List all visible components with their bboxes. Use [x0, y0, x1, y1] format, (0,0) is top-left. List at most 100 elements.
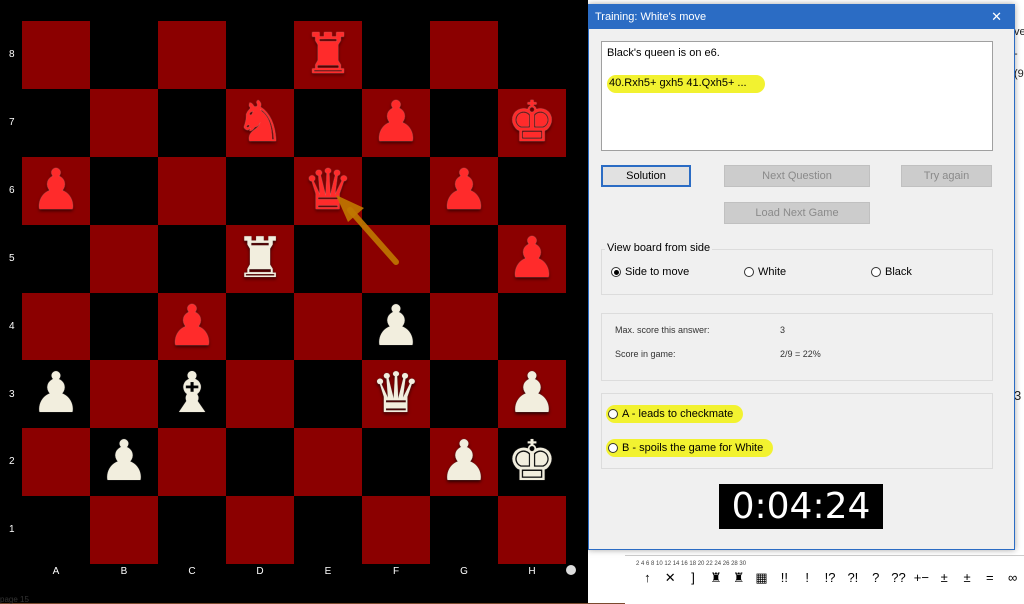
close-icon[interactable]: ✕ [991, 9, 1002, 25]
annotation-symbol[interactable]: ! [796, 570, 819, 586]
square-g4[interactable] [430, 292, 498, 361]
square-b7[interactable] [90, 88, 158, 157]
square-d8[interactable] [226, 21, 294, 89]
annotation-symbol[interactable]: ↑ [636, 570, 659, 586]
square-d1[interactable] [226, 496, 294, 565]
square-h3[interactable]: ♟ [498, 360, 566, 429]
square-c8[interactable] [158, 21, 226, 89]
square-c1[interactable] [158, 496, 226, 565]
square-e8[interactable]: ♜ [294, 21, 362, 89]
annotation-symbol[interactable]: ] [682, 570, 705, 586]
square-h5[interactable]: ♟ [498, 224, 566, 293]
square-g2[interactable]: ♟ [430, 428, 498, 497]
annotation-symbol[interactable]: !? [819, 570, 842, 586]
annotation-symbol[interactable]: ♜ [704, 570, 727, 586]
square-b5[interactable] [90, 224, 158, 293]
try-again-button[interactable]: Try again [901, 165, 992, 187]
black-pawn-icon[interactable]: ♟ [439, 162, 489, 219]
square-h1[interactable] [498, 496, 566, 565]
square-e4[interactable] [294, 292, 362, 361]
square-f7[interactable]: ♟ [362, 88, 430, 157]
square-f6[interactable] [362, 156, 430, 225]
square-f4[interactable]: ♟ [362, 292, 430, 361]
square-f3[interactable]: ♛ [362, 360, 430, 429]
answer-a-option[interactable]: A - leads to checkmate [606, 405, 744, 423]
square-g5[interactable] [430, 224, 498, 293]
square-a6[interactable]: ♟ [22, 156, 90, 225]
square-h6[interactable] [498, 156, 566, 225]
square-g1[interactable] [430, 496, 498, 565]
black-rook-icon[interactable]: ♜ [303, 26, 353, 83]
annotation-symbol[interactable]: ± [933, 570, 956, 586]
black-pawn-icon[interactable]: ♟ [507, 230, 557, 287]
annotation-symbol[interactable]: ?! [841, 570, 864, 586]
white-queen-icon[interactable]: ♛ [371, 366, 421, 422]
square-e7[interactable] [294, 88, 362, 157]
square-c2[interactable] [158, 428, 226, 497]
square-e3[interactable] [294, 360, 362, 429]
annotation-symbol[interactable]: ▦ [750, 570, 773, 586]
square-c4[interactable]: ♟ [158, 292, 226, 361]
annotation-symbol[interactable]: !! [773, 570, 796, 586]
black-pawn-icon[interactable]: ♟ [167, 298, 217, 355]
black-pawn-icon[interactable]: ♟ [371, 94, 421, 151]
square-d2[interactable] [226, 428, 294, 497]
white-king-icon[interactable]: ♚ [507, 434, 557, 490]
square-f2[interactable] [362, 428, 430, 497]
square-g6[interactable]: ♟ [430, 156, 498, 225]
square-b4[interactable] [90, 292, 158, 361]
square-d5[interactable]: ♜ [226, 224, 294, 293]
square-b2[interactable]: ♟ [90, 428, 158, 497]
square-h8[interactable] [498, 21, 566, 89]
square-h7[interactable]: ♚ [498, 88, 566, 157]
white-pawn-icon[interactable]: ♟ [439, 434, 489, 490]
square-e6[interactable]: ♛ [294, 156, 362, 225]
radio-white[interactable]: White [744, 266, 786, 278]
white-rook-icon[interactable]: ♜ [235, 230, 285, 287]
white-pawn-icon[interactable]: ♟ [371, 298, 421, 355]
square-c6[interactable] [158, 156, 226, 225]
black-pawn-icon[interactable]: ♟ [31, 162, 81, 219]
square-c3[interactable]: ♝ [158, 360, 226, 429]
square-g7[interactable] [430, 88, 498, 157]
square-a3[interactable]: ♟ [22, 360, 90, 429]
square-e1[interactable] [294, 496, 362, 565]
square-h4[interactable] [498, 292, 566, 361]
square-a8[interactable] [22, 21, 90, 89]
white-pawn-icon[interactable]: ♟ [31, 366, 81, 422]
answer-b-option[interactable]: B - spoils the game for White [606, 439, 774, 457]
square-g8[interactable] [430, 21, 498, 89]
black-knight-icon[interactable]: ♞ [235, 94, 285, 151]
square-a4[interactable] [22, 292, 90, 361]
square-a1[interactable] [22, 496, 90, 565]
white-pawn-icon[interactable]: ♟ [99, 434, 149, 490]
square-c7[interactable] [158, 88, 226, 157]
square-f8[interactable] [362, 21, 430, 89]
annotation-symbol[interactable]: +− [910, 570, 933, 586]
square-a2[interactable] [22, 428, 90, 497]
annotation-symbol[interactable]: ✕ [659, 570, 682, 586]
square-c5[interactable] [158, 224, 226, 293]
square-a7[interactable] [22, 88, 90, 157]
square-f1[interactable] [362, 496, 430, 565]
radio-side-to-move[interactable]: Side to move [611, 266, 689, 278]
white-pawn-icon[interactable]: ♟ [507, 366, 557, 422]
square-b1[interactable] [90, 496, 158, 565]
square-b6[interactable] [90, 156, 158, 225]
solution-button[interactable]: Solution [601, 165, 691, 187]
square-d6[interactable] [226, 156, 294, 225]
square-d4[interactable] [226, 292, 294, 361]
white-bishop-icon[interactable]: ♝ [167, 366, 217, 422]
square-d7[interactable]: ♞ [226, 88, 294, 157]
square-e2[interactable] [294, 428, 362, 497]
square-a5[interactable] [22, 224, 90, 293]
square-b8[interactable] [90, 21, 158, 89]
radio-black[interactable]: Black [871, 266, 912, 278]
square-b3[interactable] [90, 360, 158, 429]
load-next-game-button[interactable]: Load Next Game [724, 202, 870, 224]
square-h2[interactable]: ♚ [498, 428, 566, 497]
annotation-symbol[interactable]: ? [864, 570, 887, 586]
next-question-button[interactable]: Next Question [724, 165, 870, 187]
annotation-symbol[interactable]: ♜ [727, 570, 750, 586]
chess-board[interactable]: ♜ ♞ ♟ ♚ ♟ ♛ ♟ ♜ ♟ ♟ ♟ ♟ ♝ ♛ ♟ ♟ ♟ ♚ [22, 21, 566, 565]
